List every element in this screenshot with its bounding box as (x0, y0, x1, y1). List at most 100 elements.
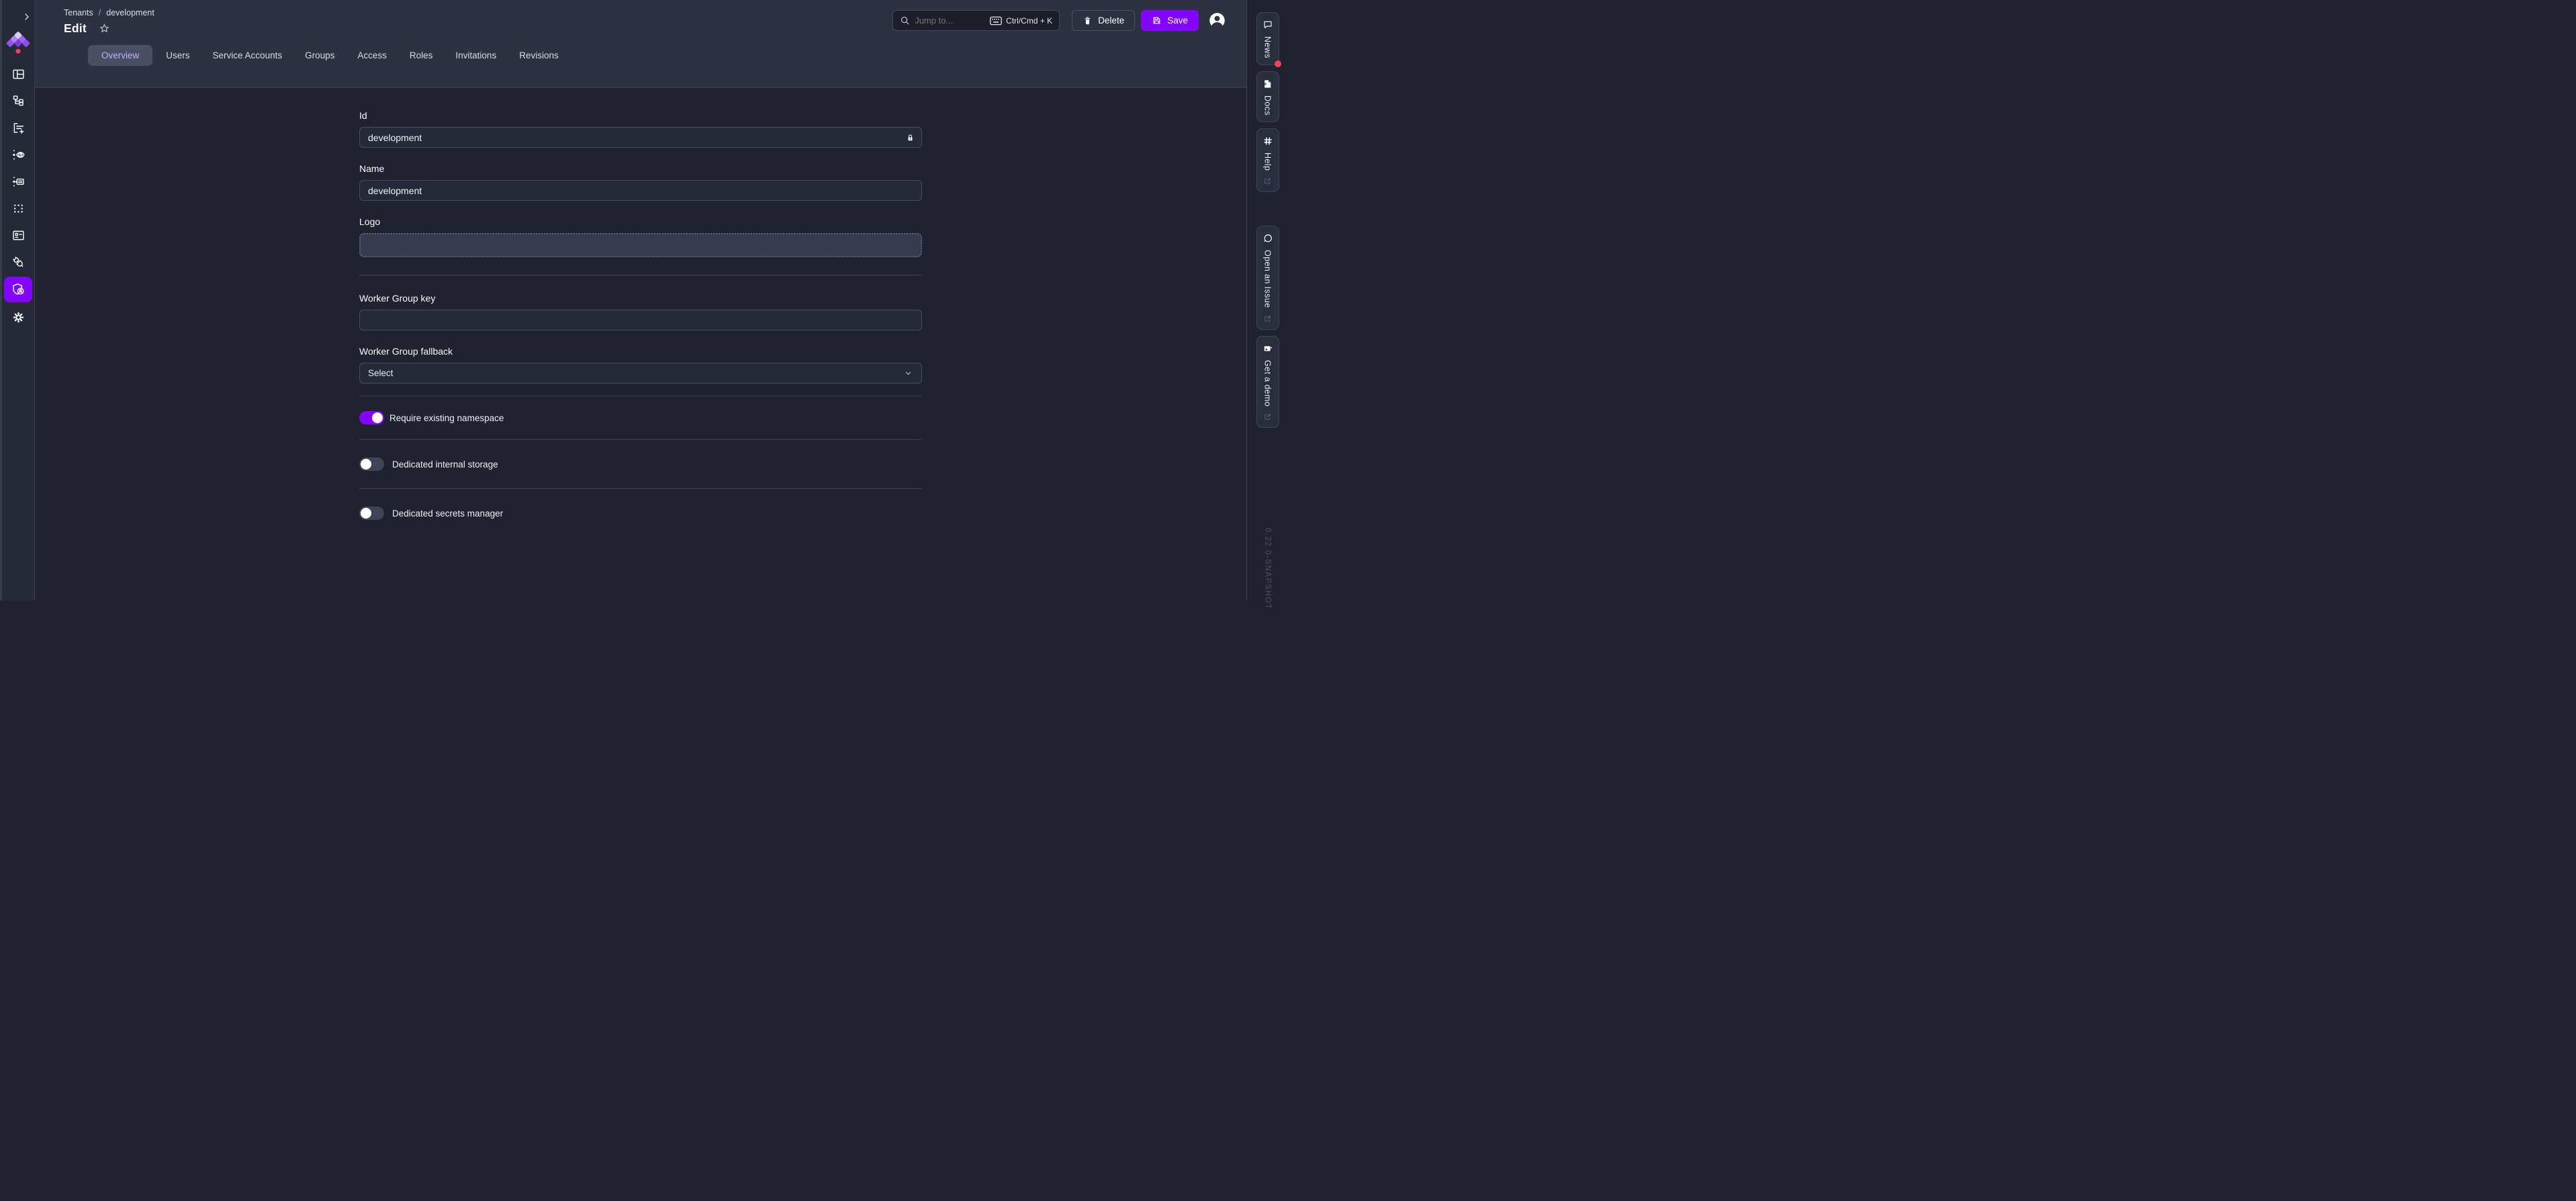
worker-group-key-label: Worker Group key (359, 293, 922, 304)
tab-overview[interactable]: Overview (88, 45, 152, 66)
id-field[interactable] (359, 127, 922, 148)
external-link-icon (1263, 314, 1272, 323)
page-title: Edit (64, 21, 87, 36)
tab-invitations[interactable]: Invitations (446, 45, 506, 66)
sidebar-item-plugins[interactable] (4, 249, 32, 275)
sidebar-item-history[interactable] (4, 141, 32, 168)
save-floppy-icon (1152, 15, 1162, 26)
sidebar-item-logs[interactable] (4, 168, 32, 195)
user-avatar[interactable] (1208, 11, 1226, 30)
worker-group-fallback-select[interactable]: Select (359, 363, 922, 384)
dedicated-secrets-manager-toggle[interactable] (359, 506, 384, 520)
tab-roles[interactable]: Roles (400, 45, 443, 66)
app-root: Tenants / development Edit (0, 0, 1288, 600)
tab-bar: Overview Users Service Accounts Groups A… (88, 45, 1226, 66)
breadcrumb-tenants[interactable]: Tenants (64, 8, 93, 17)
sidebar-nav (2, 60, 34, 330)
get-demo-button[interactable]: Get a demo (1256, 336, 1279, 428)
github-icon (1262, 233, 1273, 244)
tab-revisions[interactable]: Revisions (510, 45, 568, 66)
sidebar-item-dashboards[interactable] (4, 60, 32, 87)
breadcrumb: Tenants / development (64, 8, 154, 17)
select-placeholder: Select (368, 368, 394, 378)
tab-access[interactable]: Access (348, 45, 396, 66)
topbar-left: Tenants / development Edit (64, 8, 154, 36)
news-button-label: News (1263, 36, 1273, 58)
help-button[interactable]: Help (1256, 128, 1279, 192)
name-field[interactable] (359, 180, 922, 201)
toggle-row-secrets-manager: Dedicated secrets manager (359, 506, 922, 520)
plugins-icon (11, 255, 26, 269)
administration-shield-account-icon (11, 282, 26, 297)
sidebar-item-settings[interactable] (4, 304, 32, 330)
trash-icon (1083, 15, 1093, 26)
external-link-icon (1263, 412, 1272, 421)
app-version: 0.22.0-SNAPSHOT (1264, 528, 1272, 610)
save-button-label: Save (1167, 15, 1188, 26)
logo-label: Logo (359, 216, 922, 227)
sidebar-item-administration[interactable] (4, 277, 32, 302)
sidebar-item-flows[interactable] (4, 87, 32, 114)
topbar: Tenants / development Edit (35, 0, 1246, 88)
open-issue-button-label: Open an Issue (1263, 250, 1273, 308)
logs-icon (11, 175, 26, 189)
right-rail: News Docs Help Open an Issue Get a demo (1247, 0, 1288, 600)
executions-icon (11, 121, 26, 135)
require-existing-namespace-toggle[interactable] (359, 411, 384, 425)
topbar-actions: Ctrl/Cmd + K Delete Save (892, 10, 1226, 31)
divider (359, 439, 922, 440)
breadcrumb-development[interactable]: development (106, 8, 154, 17)
open-issue-button[interactable]: Open an Issue (1256, 226, 1279, 330)
help-button-label: Help (1263, 152, 1273, 171)
keyboard-icon (990, 16, 1002, 26)
main-area: Tenants / development Edit (35, 0, 1247, 600)
search-shortcut-label: Ctrl/Cmd + K (1006, 16, 1052, 26)
search-input[interactable] (915, 15, 985, 26)
kestra-logo[interactable] (5, 31, 32, 54)
news-button[interactable]: News (1256, 12, 1279, 65)
delete-button[interactable]: Delete (1072, 10, 1135, 31)
tab-groups[interactable]: Groups (295, 45, 344, 66)
docs-button-label: Docs (1263, 95, 1273, 116)
lock-icon (905, 132, 915, 143)
tab-users[interactable]: Users (156, 45, 199, 66)
name-label: Name (359, 163, 922, 174)
delete-button-label: Delete (1098, 15, 1124, 26)
external-link-icon (1263, 177, 1272, 185)
toggle-label: Dedicated secrets manager (392, 508, 503, 519)
search-icon (900, 15, 910, 26)
worker-group-fallback-label: Worker Group fallback (359, 346, 922, 357)
chevron-right-icon (21, 11, 32, 22)
worker-group-key-field[interactable] (359, 310, 922, 330)
breadcrumb-separator: / (99, 8, 101, 17)
history-watch-icon (11, 148, 26, 162)
content: Id Name Logo (35, 88, 1246, 600)
dedicated-internal-storage-toggle[interactable] (359, 457, 384, 471)
toggle-row-require-namespace: Require existing namespace (359, 411, 922, 425)
tenant-edit-form: Id Name Logo (359, 110, 922, 520)
sidebar-item-namespaces[interactable] (4, 195, 32, 222)
sidebar-collapse-button[interactable] (21, 11, 33, 23)
namespaces-icon (11, 202, 26, 216)
toggle-label: Require existing namespace (389, 413, 504, 423)
account-circle-icon (1208, 11, 1226, 30)
logo-dropzone[interactable] (359, 233, 922, 257)
save-button[interactable]: Save (1141, 10, 1199, 31)
search-shortcut: Ctrl/Cmd + K (990, 16, 1052, 26)
chevron-down-icon (903, 368, 913, 378)
demo-video-icon (1262, 343, 1273, 354)
dashboard-icon (11, 67, 26, 81)
docs-page-icon (1262, 79, 1273, 89)
sidebar-item-blueprints[interactable] (4, 222, 32, 249)
get-demo-button-label: Get a demo (1263, 360, 1273, 406)
sidebar-item-executions[interactable] (4, 114, 32, 141)
tab-service-accounts[interactable]: Service Accounts (203, 45, 292, 66)
news-notification-badge (1275, 60, 1281, 67)
favorite-star-button[interactable] (99, 23, 110, 34)
jump-to-search[interactable]: Ctrl/Cmd + K (892, 10, 1060, 31)
slack-icon (1262, 136, 1273, 146)
docs-button[interactable]: Docs (1256, 71, 1279, 122)
toggle-label: Dedicated internal storage (392, 459, 498, 470)
announcement-message-icon (1262, 19, 1273, 30)
left-sidebar (0, 0, 35, 600)
